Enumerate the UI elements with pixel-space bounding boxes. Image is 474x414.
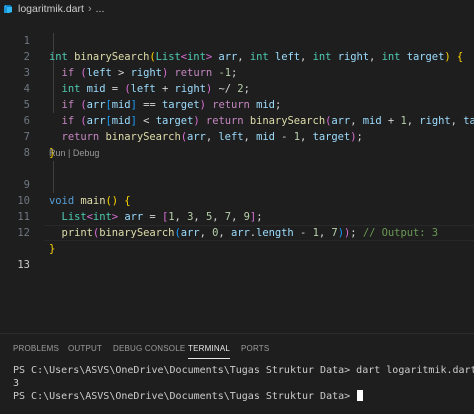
terminal[interactable]: PS C:\Users\ASVS\OneDrive\Documents\Tuga…	[0, 362, 474, 414]
code-line: 10 List<int> arr = [1, 3, 5, 7, 9];	[0, 177, 474, 223]
line-number: 13	[17, 259, 30, 271]
terminal-line: PS C:\Users\ASVS\OneDrive\Documents\Tuga…	[13, 364, 474, 377]
code-line: 8	[0, 129, 474, 159]
code-text: }	[49, 241, 55, 257]
panel-tabs: PROBLEMS OUTPUT DEBUG CONSOLE TERMINAL P…	[0, 341, 474, 359]
terminal-prompt: PS C:\Users\ASVS\OneDrive\Documents\Tuga…	[13, 365, 351, 376]
tab-output[interactable]: OUTPUT	[68, 341, 102, 357]
dart-file-icon	[3, 4, 13, 14]
tab-debug-console[interactable]: DEBUG CONSOLE	[113, 341, 185, 357]
tab-terminal[interactable]: TERMINAL	[188, 341, 231, 359]
code-line: 11 print(binarySearch(arr, 0, arr.length…	[0, 193, 474, 239]
code-line: 4 if (arr[mid] == target) return mid;	[0, 65, 474, 111]
code-line: 3 int mid = (left + right) ~/ 2;	[0, 49, 474, 95]
code-line: 12 }	[0, 209, 474, 255]
code-editor[interactable]: 1 int binarySearch(List<int> arr, int le…	[0, 17, 474, 333]
token: }	[49, 243, 56, 255]
terminal-command: dart logaritmik.dart	[350, 365, 474, 376]
terminal-output: 3	[13, 378, 20, 389]
breadcrumb-more[interactable]: ...	[96, 3, 105, 15]
terminal-line: PS C:\Users\ASVS\OneDrive\Documents\Tuga…	[13, 390, 364, 403]
breadcrumb-file[interactable]: logaritmik.dart	[18, 3, 84, 15]
codelens-run-debug[interactable]: Run | Debug	[49, 146, 99, 160]
code-line: 5 if (arr[mid] < target) return binarySe…	[0, 81, 474, 127]
terminal-prompt: PS C:\Users\ASVS\OneDrive\Documents\Tuga…	[13, 391, 351, 402]
tab-ports[interactable]: PORTS	[241, 341, 269, 357]
breadcrumb-separator: ›	[87, 2, 92, 15]
code-line: 9 void main() {	[0, 161, 474, 207]
code-line: 6 return binarySearch(arr, left, mid - 1…	[0, 97, 474, 143]
line-number: 8	[23, 147, 30, 159]
current-line-highlight	[44, 225, 474, 241]
tab-problems[interactable]: PROBLEMS	[13, 341, 59, 357]
current-code-line: 13	[0, 225, 474, 271]
breadcrumb: logaritmik.dart › ...	[0, 0, 474, 17]
code-line: 1 int binarySearch(List<int> arr, int le…	[0, 17, 474, 63]
code-line: 7 }	[0, 113, 474, 159]
panel-divider	[0, 333, 474, 334]
code-line: 2 if (left > right) return -1;	[0, 33, 474, 79]
terminal-cursor	[357, 390, 364, 401]
